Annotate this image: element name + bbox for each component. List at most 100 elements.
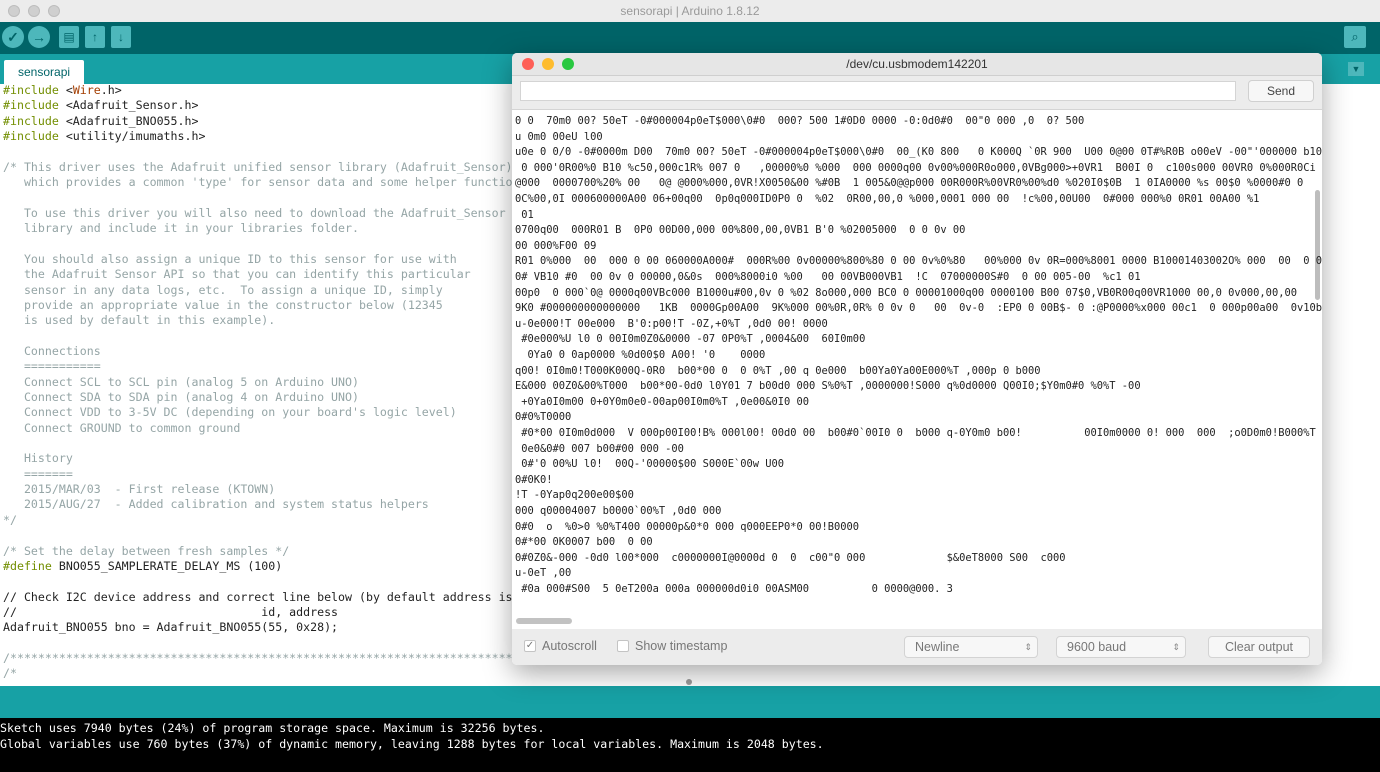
serial-output-line: 0#0%T0000 [515, 411, 572, 424]
code-line: =========== [3, 359, 101, 374]
serial-output-line: 0#0Z0&-000 -0d0 l00*000 c0000000I@0000d … [515, 551, 1066, 564]
serial-output-line: q00! 0I0m0!T000K000Q-0R0 b00*00 0 0 0%T … [515, 364, 1041, 377]
code-token: Connect SCL to SCL pin (analog 5 on Ardu… [3, 374, 359, 389]
show-timestamp-label: Show timestamp [635, 639, 728, 653]
open-arrow-up-icon: ↑ [92, 30, 98, 44]
code-line: which provides a common 'type' for senso… [3, 175, 534, 190]
code-line: /* [3, 666, 17, 681]
code-line: sensor in any data logs, etc. To assign … [3, 283, 443, 298]
autoscroll-checkbox[interactable]: ✓ [524, 640, 536, 652]
serial-output-line: #0a 000#S00 5 0eT200a 000a 000000d0i0 00… [515, 583, 953, 595]
serial-send-input[interactable] [520, 81, 1236, 101]
serial-output-line: u 0m0 00eU l00 [515, 130, 603, 143]
code-line: // Check I2C device address and correct … [3, 590, 533, 605]
serial-output-area[interactable]: 0 0 70m0 00? 50eT -0#000004p0eT$000\0#0 … [512, 109, 1322, 665]
open-sketch-button[interactable]: ↑ [85, 26, 105, 48]
serial-output-line: 0#'0 00%U l0! 00Q-'00000$00 S000E`00w U0… [515, 458, 784, 471]
code-token: <utility/imumaths.h> [58, 129, 206, 144]
code-token: /* This driver uses the Adafruit unified… [3, 159, 520, 174]
code-token: 2015/AUG/27 - Added calibration and syst… [3, 497, 429, 512]
serial-output-line: 0C%00,0I 000600000A00 06+00q00 0p0q000ID… [515, 193, 1260, 205]
serial-titlebar: /dev/cu.usbmodem142201 [512, 53, 1322, 76]
code-token: #include [3, 84, 59, 97]
window-title: sensorapi | Arduino 1.8.12 [620, 4, 760, 18]
line-ending-value: Newline [915, 640, 960, 654]
code-token: Connect GROUND to common ground [3, 420, 241, 435]
code-line: ======= [3, 467, 73, 482]
code-line: the Adafruit Sensor API so that you can … [3, 267, 471, 282]
code-line: library and include it in your libraries… [3, 221, 359, 236]
code-token: #define [3, 558, 52, 573]
vertical-scrollbar[interactable] [1315, 190, 1320, 300]
upload-button[interactable]: → [28, 26, 50, 48]
serial-footer: ✓ Autoscroll Show timestamp Newline ⇕ 96… [512, 629, 1322, 665]
status-bar [0, 686, 1380, 718]
new-sketch-button[interactable]: ▤ [59, 26, 79, 48]
code-token: 2015/MAR/03 - First release (KTOWN) [3, 482, 276, 497]
code-token: Connections [3, 343, 101, 358]
code-token: Connect VDD to 3-5V DC (depending on you… [3, 405, 457, 420]
code-token: < [58, 84, 73, 97]
code-token: library and include it in your libraries… [3, 221, 359, 236]
code-line: /* This driver uses the Adafruit unified… [3, 160, 520, 175]
send-button[interactable]: Send [1248, 80, 1314, 102]
code-line: /* Set the delay between fresh samples *… [3, 544, 289, 559]
ide-titlebar: sensorapi | Arduino 1.8.12 [0, 0, 1380, 23]
code-token: which provides a common 'type' for senso… [3, 175, 534, 190]
code-token: To use this driver you will also need to… [3, 205, 506, 220]
save-arrow-down-icon: ↓ [118, 30, 124, 44]
serial-output-line: u-0eT ,00 [515, 567, 572, 580]
tab-menu-button[interactable]: ▼ [1348, 62, 1364, 76]
show-timestamp-checkbox[interactable] [617, 640, 629, 652]
code-line: History [3, 451, 73, 466]
serial-output-line: 0# VB10 #0 00 0v 0 00000,0&0s 000%8000i0… [515, 271, 1141, 283]
code-token: */ [3, 512, 17, 527]
serial-output-line: 0e0&0#0 007 b00#00 000 -00 [515, 442, 684, 455]
clear-output-button[interactable]: Clear output [1208, 636, 1310, 658]
code-token: #include [3, 113, 59, 128]
serial-output-line: 0#0 o %0>0 %0%T400 00000p&0*0 000 q000EE… [515, 520, 860, 533]
serial-output-line: 0 000'0R00%0 B10 %c50,000c1R% 007 0 ,000… [515, 161, 1316, 174]
chevron-down-icon: ▼ [1351, 64, 1361, 74]
code-token: #include [3, 98, 59, 113]
code-token: // id, address [3, 604, 339, 619]
serial-output-line: 00 000%F00 09 [515, 239, 597, 252]
console-line: Global variables use 760 bytes (37%) of … [0, 737, 824, 751]
code-token: History [3, 451, 73, 466]
verify-button[interactable]: ✓ [2, 26, 24, 48]
code-token: <Adafruit_Sensor.h> [58, 98, 199, 113]
code-line: 2015/MAR/03 - First release (KTOWN) [3, 482, 275, 497]
tab-sensorapi[interactable]: sensorapi [4, 60, 85, 84]
serial-output-line: E&000 00Z0&00%T000 b00*00-0d0 l0Y01 7 b0… [515, 380, 1141, 393]
save-sketch-button[interactable]: ↓ [111, 26, 131, 48]
serial-output-line: #0*00 0I0m0d000 V 000p00I00!B% 000l00! 0… [515, 427, 1322, 439]
line-ending-select[interactable]: Newline ⇕ [904, 636, 1038, 658]
code-line: To use this driver you will also need to… [3, 206, 506, 221]
divider-grip[interactable] [686, 679, 692, 685]
baud-rate-value: 9600 baud [1067, 640, 1127, 654]
horizontal-scrollbar[interactable] [516, 618, 572, 624]
code-line: // id, address [3, 605, 338, 620]
code-line: #include <Wire.h> [3, 84, 122, 98]
serial-output-line: 01 [515, 208, 534, 221]
serial-output-line: 000 q00004007 b0000`00%T ,0d0 000 [515, 505, 722, 517]
code-line: Connect SDA to SDA pin (analog 4 on Ardu… [3, 390, 359, 405]
code-token: // Check I2C device address and correct … [3, 589, 534, 604]
code-line: Connect SCL to SCL pin (analog 5 on Ardu… [3, 375, 359, 390]
code-token: BNO055_SAMPLERATE_DELAY_MS (100) [51, 558, 283, 573]
serial-output-line: 0#0K0! [515, 473, 553, 486]
code-token: /***************************************… [3, 650, 562, 665]
ide-toolbar: ✓ → ▤ ↑ ↓ ⌕ [0, 22, 1380, 54]
serial-output-line: 0#*00 0K0007 b00 0 00 [515, 536, 653, 549]
baud-rate-select[interactable]: 9600 baud ⇕ [1056, 636, 1186, 658]
serial-output-line: u0e 0 0/0 -0#0000m D00 70m0 00? 50eT -0#… [515, 146, 1322, 159]
code-line: is used by default in this example). [3, 313, 275, 328]
code-token: sensor in any data logs, etc. To assign … [3, 282, 443, 297]
updown-chevron-icon: ⇕ [1024, 642, 1032, 652]
serial-monitor-button[interactable]: ⌕ [1344, 26, 1366, 48]
code-line: provide an appropriate value in the cons… [3, 298, 443, 313]
code-token: .h> [100, 84, 122, 97]
serial-output-line: @000 0000700%20% 00 0@ @000%000,0VR!X005… [515, 177, 1304, 190]
code-line: Connect GROUND to common ground [3, 421, 240, 436]
arrow-right-icon: → [32, 29, 46, 45]
